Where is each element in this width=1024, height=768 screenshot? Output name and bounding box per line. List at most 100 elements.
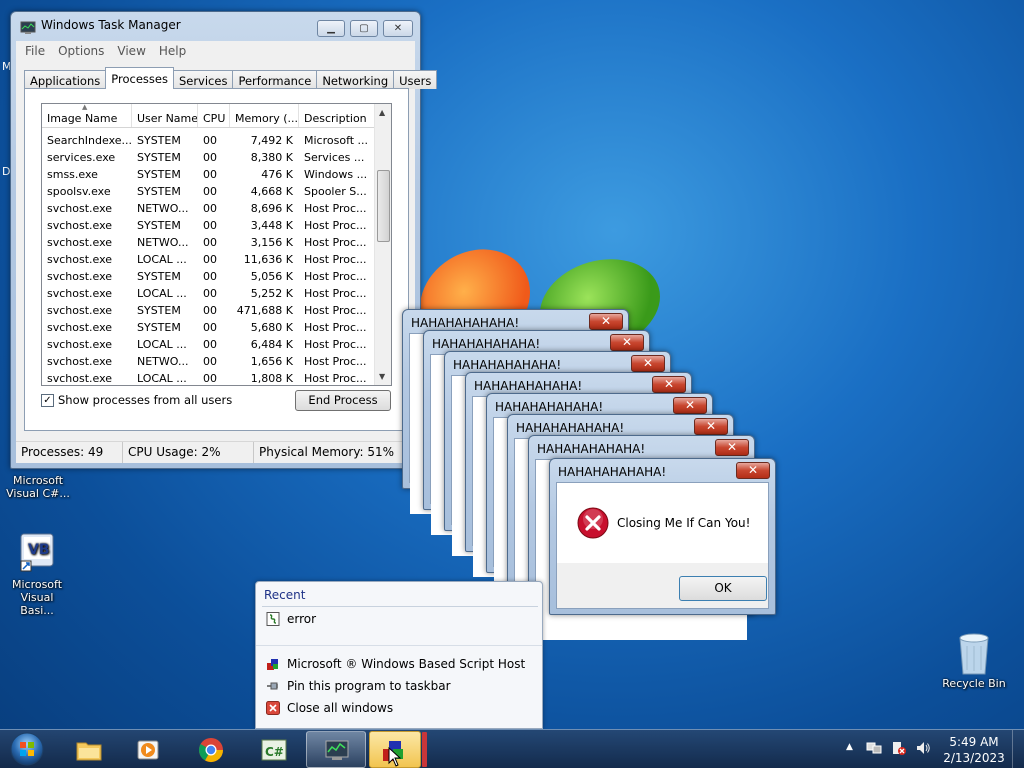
scrollbar-thumb[interactable]: [377, 170, 390, 242]
jump-list-task-close-all[interactable]: Close all windows: [266, 701, 393, 715]
cell-memory: 5,252 K: [250, 287, 293, 300]
column-user-name[interactable]: User Name: [132, 104, 198, 127]
tab-services[interactable]: Services: [172, 70, 234, 89]
clock[interactable]: 5:49 AM 2/13/2023: [942, 734, 1006, 766]
popup-title: HAHAHAHAHAHA!: [495, 400, 604, 414]
checkbox-box[interactable]: ✓: [41, 393, 54, 407]
taskbar-csharp[interactable]: C#: [244, 731, 304, 768]
show-hidden-icons-icon[interactable]: ▲: [846, 742, 853, 752]
ok-button[interactable]: OK: [679, 576, 767, 601]
column-description[interactable]: Description: [299, 104, 377, 127]
desktop-icon-label: Microsoft Visual C#...: [6, 474, 70, 500]
jump-list-task-script-host[interactable]: Microsoft ® Windows Based Script Host: [266, 657, 525, 671]
column-image-name[interactable]: Image Name ▲: [42, 104, 132, 127]
cell-description: Host Proc...: [304, 304, 367, 317]
cell-cpu: 00: [203, 134, 217, 147]
cell-user-name: SYSTEM: [137, 168, 181, 181]
cell-image-name: svchost.exe: [47, 372, 113, 385]
table-row[interactable]: svchost.exe NETWO... 00 3,156 K Host Proc...: [42, 234, 391, 251]
popup-close-button[interactable]: ✕: [736, 462, 770, 479]
tab-processes[interactable]: Processes: [105, 67, 174, 89]
end-process-button[interactable]: End Process: [295, 390, 391, 411]
network-icon[interactable]: [866, 740, 882, 759]
table-row[interactable]: SearchIndexe... SYSTEM 00 7,492 K Microsoft …: [42, 132, 391, 149]
column-memory[interactable]: Memory (...: [230, 104, 299, 127]
tab-networking[interactable]: Networking: [316, 70, 395, 89]
close-button[interactable]: ✕: [383, 20, 413, 37]
table-row[interactable]: svchost.exe LOCAL ... 00 1,808 K Host Proc..…: [42, 370, 391, 385]
popup-message: Closing Me If Can You!: [617, 516, 751, 530]
popup-close-button[interactable]: ✕: [694, 418, 728, 435]
jump-list-recent-item[interactable]: error: [266, 612, 316, 626]
scroll-up-icon[interactable]: ▲: [379, 108, 385, 117]
csharp-icon: C#: [261, 739, 287, 761]
cell-user-name: SYSTEM: [137, 185, 181, 198]
cell-description: Host Proc...: [304, 219, 367, 232]
scroll-down-icon[interactable]: ▼: [379, 372, 385, 381]
svg-text:C#: C#: [265, 745, 284, 759]
status-processes: Processes: 49: [16, 442, 123, 463]
table-row[interactable]: svchost.exe SYSTEM 00 471,688 K Host Proc...: [42, 302, 391, 319]
popup-close-button[interactable]: ✕: [673, 397, 707, 414]
show-all-users-checkbox[interactable]: ✓ Show processes from all users: [41, 393, 232, 407]
desktop-icon-visual-csharp[interactable]: Microsoft Visual C#...: [2, 474, 74, 500]
tab-users[interactable]: Users: [393, 70, 438, 89]
start-button[interactable]: [7, 731, 47, 768]
tab-applications[interactable]: Applications: [24, 70, 107, 89]
popup-close-button[interactable]: ✕: [589, 313, 623, 330]
table-row[interactable]: services.exe SYSTEM 00 8,380 K Services ...: [42, 149, 391, 166]
cell-memory: 3,448 K: [250, 219, 293, 232]
show-desktop-button[interactable]: [1012, 730, 1024, 768]
cell-cpu: 00: [203, 338, 217, 351]
table-row[interactable]: smss.exe SYSTEM 00 476 K Windows ...: [42, 166, 391, 183]
cell-memory: 8,380 K: [250, 151, 293, 164]
cell-image-name: services.exe: [47, 151, 116, 164]
table-row[interactable]: svchost.exe LOCAL ... 00 5,252 K Host Proc..…: [42, 285, 391, 302]
cell-description: Host Proc...: [304, 321, 367, 334]
table-row[interactable]: svchost.exe NETWO... 00 1,656 K Host Proc...: [42, 353, 391, 370]
volume-icon[interactable]: [915, 740, 931, 759]
jump-list-task-pin[interactable]: Pin this program to taskbar: [266, 679, 451, 693]
jump-list-recent-header: Recent: [264, 588, 306, 602]
process-list-header: Image Name ▲ User Name CPU Memory (... De…: [42, 104, 391, 128]
process-list-scrollbar[interactable]: ▲ ▼: [374, 104, 391, 385]
popup-close-button[interactable]: ✕: [610, 334, 644, 351]
table-row[interactable]: svchost.exe LOCAL ... 00 11,636 K Host Proc.…: [42, 251, 391, 268]
taskbar-task-manager[interactable]: [306, 731, 366, 768]
cell-memory: 6,484 K: [250, 338, 293, 351]
desktop-icon-visual-basic[interactable]: VB Microsoft Visual Basi...: [1, 531, 73, 617]
taskbar-file-explorer[interactable]: [59, 731, 119, 768]
action-center-icon[interactable]: [891, 740, 907, 759]
tab-performance[interactable]: Performance: [232, 70, 318, 89]
cell-cpu: 00: [203, 202, 217, 215]
table-row[interactable]: svchost.exe NETWO... 00 8,696 K Host Proc...: [42, 200, 391, 217]
taskbar-script-host[interactable]: [369, 731, 421, 768]
menu-options[interactable]: Options: [53, 41, 112, 61]
maximize-button[interactable]: ▢: [350, 20, 378, 37]
table-row[interactable]: svchost.exe SYSTEM 00 3,448 K Host Proc...: [42, 217, 391, 234]
column-cpu[interactable]: CPU: [198, 104, 230, 127]
table-row[interactable]: spoolsv.exe SYSTEM 00 4,668 K Spooler S...: [42, 183, 391, 200]
checkbox-label: Show processes from all users: [58, 393, 233, 407]
process-list[interactable]: Image Name ▲ User Name CPU Memory (... De…: [41, 103, 392, 386]
cell-description: Host Proc...: [304, 372, 367, 385]
popup-close-button[interactable]: ✕: [715, 439, 749, 456]
taskbar-media-player[interactable]: [119, 731, 179, 768]
table-row[interactable]: svchost.exe SYSTEM 00 5,680 K Host Proc...: [42, 319, 391, 336]
popup-close-button[interactable]: ✕: [631, 355, 665, 372]
desktop-icon-recycle-bin[interactable]: Recycle Bin: [938, 630, 1010, 690]
minimize-button[interactable]: ▁: [317, 20, 345, 37]
cell-image-name: svchost.exe: [47, 287, 113, 300]
menu-help[interactable]: Help: [154, 41, 194, 61]
taskbar-chrome[interactable]: [181, 731, 241, 768]
menu-file[interactable]: File: [20, 41, 53, 61]
popup-close-button[interactable]: ✕: [652, 376, 686, 393]
cell-description: Spooler S...: [304, 185, 367, 198]
cell-memory: 1,808 K: [250, 372, 293, 385]
cell-description: Microsoft ...: [304, 134, 369, 147]
table-row[interactable]: svchost.exe SYSTEM 00 5,056 K Host Proc...: [42, 268, 391, 285]
menu-view[interactable]: View: [112, 41, 153, 61]
cell-description: Windows ...: [304, 168, 368, 181]
cell-cpu: 00: [203, 321, 217, 334]
table-row[interactable]: svchost.exe LOCAL ... 00 6,484 K Host Proc..…: [42, 336, 391, 353]
